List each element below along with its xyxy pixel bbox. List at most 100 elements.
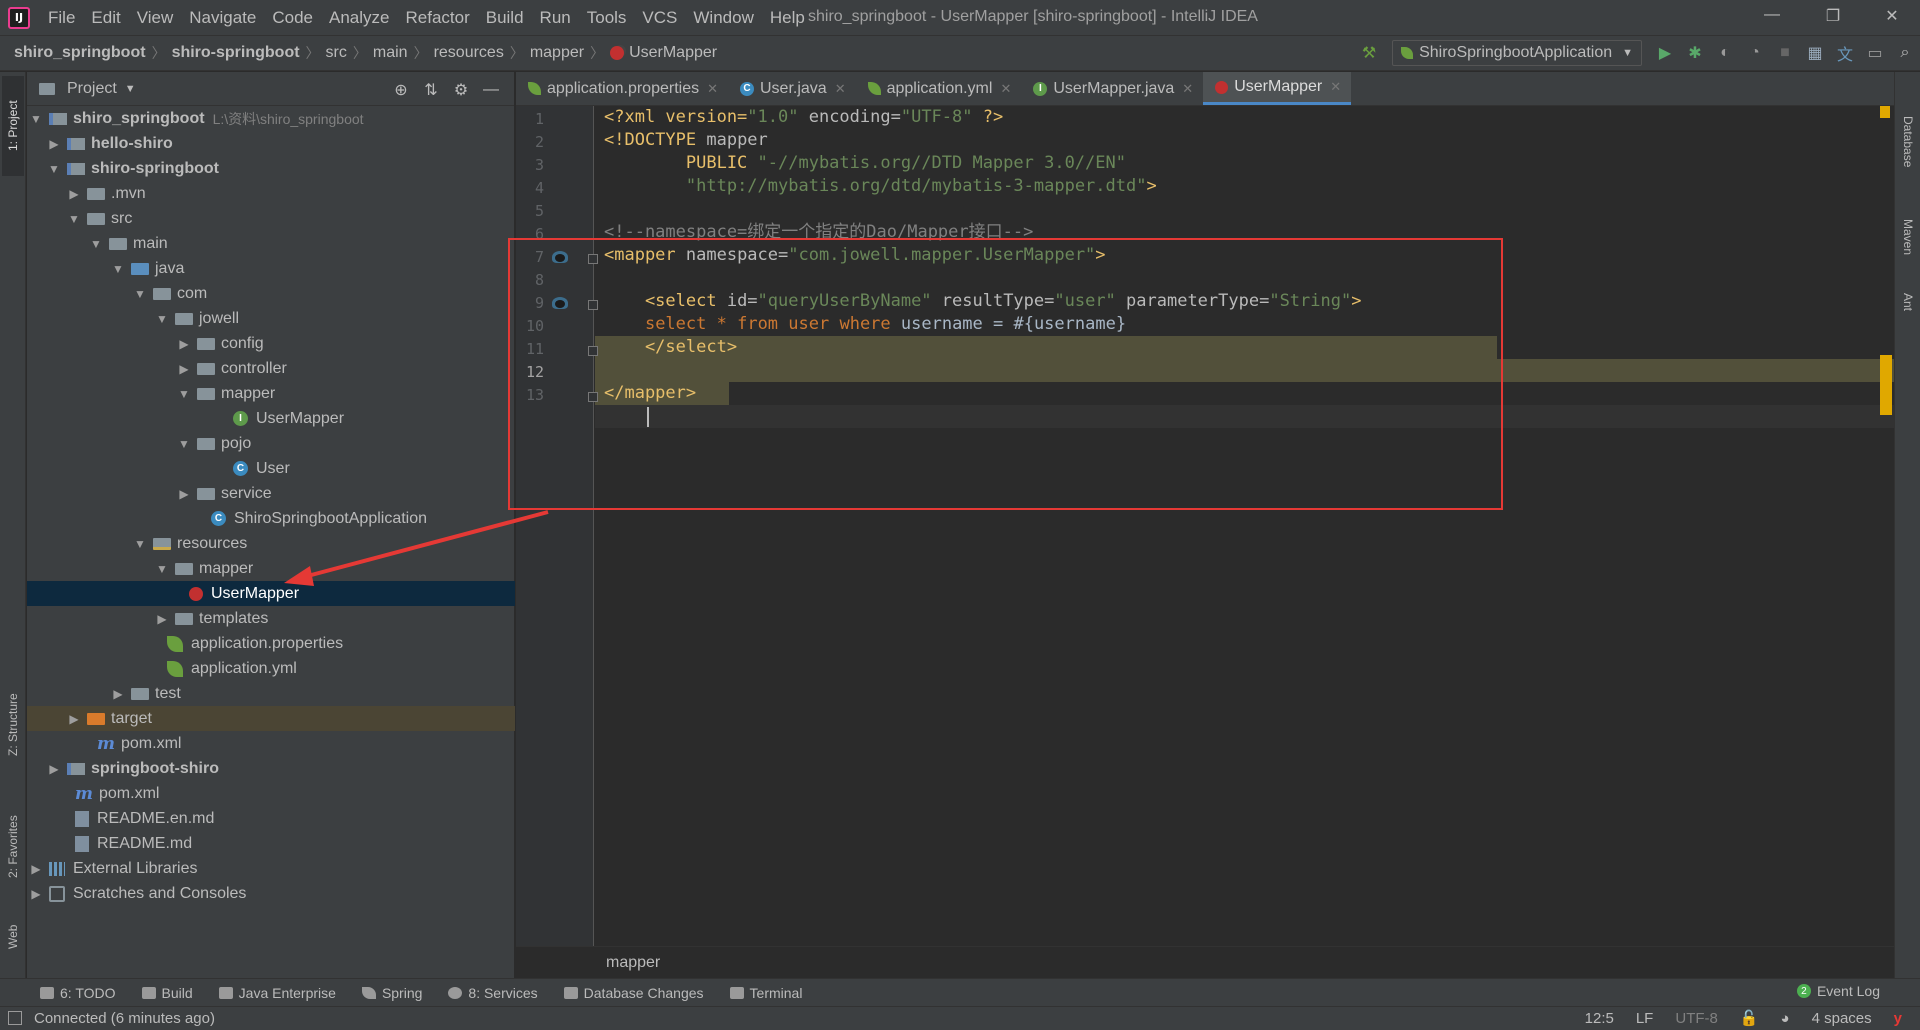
- collapsed-arrow-icon[interactable]: ▶: [29, 862, 43, 876]
- tree-item[interactable]: ▼ resources: [27, 531, 515, 556]
- tool-spring[interactable]: Spring: [361, 985, 422, 1001]
- tree-item[interactable]: ▶ templates: [27, 606, 515, 631]
- close-tab-icon[interactable]: ✕: [1182, 81, 1193, 97]
- tool-services[interactable]: 8: Services: [448, 985, 538, 1001]
- menu-build[interactable]: Build: [478, 8, 532, 28]
- project-panel-title[interactable]: Project: [67, 80, 117, 98]
- crumb-resources[interactable]: resources: [434, 44, 504, 62]
- build-hammer-icon[interactable]: ⚒: [1354, 40, 1384, 66]
- expanded-arrow-icon[interactable]: ▼: [155, 562, 169, 576]
- presentation-icon[interactable]: ▭: [1860, 40, 1890, 66]
- menu-navigate[interactable]: Navigate: [181, 8, 264, 28]
- collapsed-arrow-icon[interactable]: ▶: [111, 687, 125, 701]
- collapsed-arrow-icon[interactable]: ▶: [47, 762, 61, 776]
- tool-tab-project[interactable]: 1: Project: [2, 76, 24, 176]
- tree-item[interactable]: ▼ main: [27, 231, 515, 256]
- tool-tab-maven[interactable]: Maven: [1897, 207, 1919, 267]
- chevron-down-icon[interactable]: ▼: [125, 83, 136, 95]
- expanded-arrow-icon[interactable]: ▼: [177, 387, 191, 401]
- tree-item[interactable]: C User: [27, 456, 515, 481]
- menu-code[interactable]: Code: [264, 8, 321, 28]
- locate-icon[interactable]: ⊕: [386, 77, 416, 103]
- run-configuration-select[interactable]: ShiroSpringbootApplication ▼: [1392, 40, 1642, 66]
- line-separator[interactable]: LF: [1636, 1010, 1654, 1027]
- crumb-file[interactable]: UserMapper: [629, 44, 717, 62]
- collapse-all-icon[interactable]: ⇅: [416, 77, 446, 103]
- debug-icon[interactable]: ✱: [1680, 40, 1710, 66]
- tool-database-changes[interactable]: Database Changes: [563, 985, 704, 1001]
- menu-analyze[interactable]: Analyze: [321, 8, 397, 28]
- tool-tab-structure[interactable]: Z: Structure: [2, 670, 24, 780]
- crumb-mapper[interactable]: mapper: [530, 44, 584, 62]
- expanded-arrow-icon[interactable]: ▼: [67, 212, 81, 226]
- expanded-arrow-icon[interactable]: ▼: [47, 162, 61, 176]
- tool-tab-favorites[interactable]: 2: Favorites: [2, 797, 24, 897]
- lock-icon[interactable]: 🔓: [1740, 1009, 1759, 1027]
- tree-item[interactable]: ▶ springboot-shiro: [27, 756, 515, 781]
- collapsed-arrow-icon[interactable]: ▶: [177, 362, 191, 376]
- tree-item[interactable]: ▼ com: [27, 281, 515, 306]
- collapsed-arrow-icon[interactable]: ▶: [47, 137, 61, 151]
- coverage-icon[interactable]: ◐: [1710, 40, 1740, 66]
- tree-item[interactable]: ▼ pojo: [27, 431, 515, 456]
- close-tab-icon[interactable]: ✕: [1330, 79, 1341, 95]
- tree-item[interactable]: ▶ service: [27, 481, 515, 506]
- tree-item[interactable]: ▶ controller: [27, 356, 515, 381]
- expanded-arrow-icon[interactable]: ▼: [89, 237, 103, 251]
- tool-build[interactable]: Build: [141, 985, 193, 1001]
- tool-tab-web[interactable]: Web: [2, 912, 24, 962]
- status-message[interactable]: Connected (6 minutes ago): [34, 1010, 215, 1027]
- tree-item[interactable]: ▶ config: [27, 331, 515, 356]
- tree-item[interactable]: README.md: [27, 831, 515, 856]
- editor-tab[interactable]: application.properties ✕: [516, 72, 728, 105]
- expanded-arrow-icon[interactable]: ▼: [155, 312, 169, 326]
- collapsed-arrow-icon[interactable]: ▶: [155, 612, 169, 626]
- collapsed-arrow-icon[interactable]: ▶: [177, 487, 191, 501]
- expanded-arrow-icon[interactable]: ▼: [111, 262, 125, 276]
- run-icon[interactable]: ▶: [1650, 40, 1680, 66]
- plugin-y-icon[interactable]: y: [1894, 1010, 1902, 1027]
- tree-item[interactable]: application.yml: [27, 656, 515, 681]
- tree-item[interactable]: ▶ test: [27, 681, 515, 706]
- project-structure-icon[interactable]: ▦: [1800, 40, 1830, 66]
- highlight-marker[interactable]: [1880, 355, 1892, 415]
- tree-item[interactable]: ▶ External Libraries: [27, 856, 515, 881]
- editor-tab[interactable]: C User.java ✕: [728, 72, 856, 105]
- tool-terminal[interactable]: Terminal: [729, 985, 802, 1001]
- menu-vcs[interactable]: VCS: [634, 8, 685, 28]
- tree-item[interactable]: ▼ mapper: [27, 381, 515, 406]
- caret-position[interactable]: 12:5: [1585, 1010, 1614, 1027]
- hide-icon[interactable]: —: [476, 77, 506, 103]
- editor-tab[interactable]: application.yml ✕: [856, 72, 1022, 105]
- tool-java-enterprise[interactable]: Java Enterprise: [218, 985, 336, 1001]
- close-icon[interactable]: ✕: [1872, 6, 1912, 26]
- editor-tab[interactable]: I UserMapper.java ✕: [1021, 72, 1203, 105]
- editor-breadcrumb-item[interactable]: mapper: [606, 954, 660, 972]
- collapsed-arrow-icon[interactable]: ▶: [177, 337, 191, 351]
- crumb-module[interactable]: shiro-springboot: [172, 44, 300, 62]
- tree-item[interactable]: m pom.xml: [27, 781, 515, 806]
- stop-icon[interactable]: ■: [1770, 40, 1800, 66]
- tree-item[interactable]: ▼ java: [27, 256, 515, 281]
- search-icon[interactable]: ⌕: [1890, 40, 1920, 66]
- tree-item[interactable]: m pom.xml: [27, 731, 515, 756]
- menu-file[interactable]: File: [40, 8, 83, 28]
- collapsed-arrow-icon[interactable]: ▶: [67, 712, 81, 726]
- expanded-arrow-icon[interactable]: ▼: [133, 537, 147, 551]
- menu-run[interactable]: Run: [532, 8, 579, 28]
- file-encoding[interactable]: UTF-8: [1675, 1010, 1718, 1027]
- menu-refactor[interactable]: Refactor: [397, 8, 477, 28]
- crumb-project[interactable]: shiro_springboot: [14, 44, 146, 62]
- tool-todo[interactable]: 6: TODO: [40, 985, 116, 1001]
- tree-item[interactable]: ▶ .mvn: [27, 181, 515, 206]
- restore-icon[interactable]: ❐: [1813, 6, 1853, 26]
- menu-tools[interactable]: Tools: [579, 8, 635, 28]
- expanded-arrow-icon[interactable]: ▼: [29, 112, 43, 126]
- expanded-arrow-icon[interactable]: ▼: [177, 437, 191, 451]
- tree-item-selected[interactable]: UserMapper: [27, 581, 515, 606]
- close-tab-icon[interactable]: ✕: [835, 81, 846, 97]
- tree-item[interactable]: README.en.md: [27, 806, 515, 831]
- tree-item[interactable]: ▼ src: [27, 206, 515, 231]
- indent-setting[interactable]: 4 spaces: [1812, 1010, 1872, 1027]
- tool-windows-icon[interactable]: [8, 1011, 22, 1025]
